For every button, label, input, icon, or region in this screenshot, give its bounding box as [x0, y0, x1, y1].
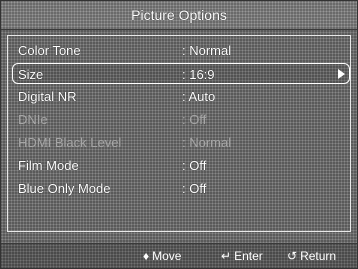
enter-icon: ↵	[221, 249, 232, 263]
hint-move-label: Move	[152, 249, 182, 263]
hint-enter-label: Enter	[234, 249, 263, 263]
tv-menu-screen: Picture Options Color Tone : Normal Size…	[0, 0, 358, 269]
menu-item-value: : Normal	[182, 43, 232, 58]
menu-item-label: Color Tone	[18, 43, 81, 58]
menu-item-hdmi-black-level: HDMI Black Level : Normal	[14, 132, 350, 153]
return-icon: ↺	[287, 249, 298, 263]
menu-item-value: : Off	[182, 112, 207, 127]
menu-item-value: : Off	[182, 181, 207, 196]
menu-item-blue-only-mode[interactable]: Blue Only Mode : Off	[14, 178, 350, 199]
menu-title: Picture Options	[1, 1, 357, 30]
menu-item-color-tone[interactable]: Color Tone : Normal	[14, 40, 350, 61]
menu-item-label: Digital NR	[18, 89, 77, 104]
hint-move: ♦ Move	[143, 244, 181, 268]
menu-item-label: Size	[18, 67, 44, 82]
menu-item-digital-nr[interactable]: Digital NR : Auto	[14, 86, 350, 107]
menu-item-size[interactable]: Size : 16:9	[12, 63, 350, 84]
menu-item-label: Blue Only Mode	[18, 181, 111, 196]
menu-item-value: : Auto	[182, 89, 216, 104]
menu-item-value: : Off	[182, 158, 207, 173]
menu-item-film-mode[interactable]: Film Mode : Off	[14, 155, 350, 176]
hint-enter: ↵ Enter	[221, 244, 263, 268]
menu-item-value: : Normal	[182, 135, 232, 150]
up-down-arrows-icon: ♦	[143, 249, 150, 263]
menu-item-dnie: DNIe : Off	[14, 109, 350, 130]
navigation-hints: ♦ Move ↵ Enter ↺ Return	[1, 243, 357, 268]
picture-options-menu: Color Tone : Normal Size : 16:9 Digital …	[7, 35, 351, 232]
right-triangle-icon	[338, 69, 345, 79]
menu-item-label: DNIe	[18, 112, 48, 127]
menu-item-value: : 16:9	[182, 67, 215, 82]
menu-item-label: HDMI Black Level	[18, 135, 122, 150]
hint-return-label: Return	[300, 249, 337, 263]
hint-return: ↺ Return	[287, 244, 336, 268]
menu-item-label: Film Mode	[18, 158, 79, 173]
